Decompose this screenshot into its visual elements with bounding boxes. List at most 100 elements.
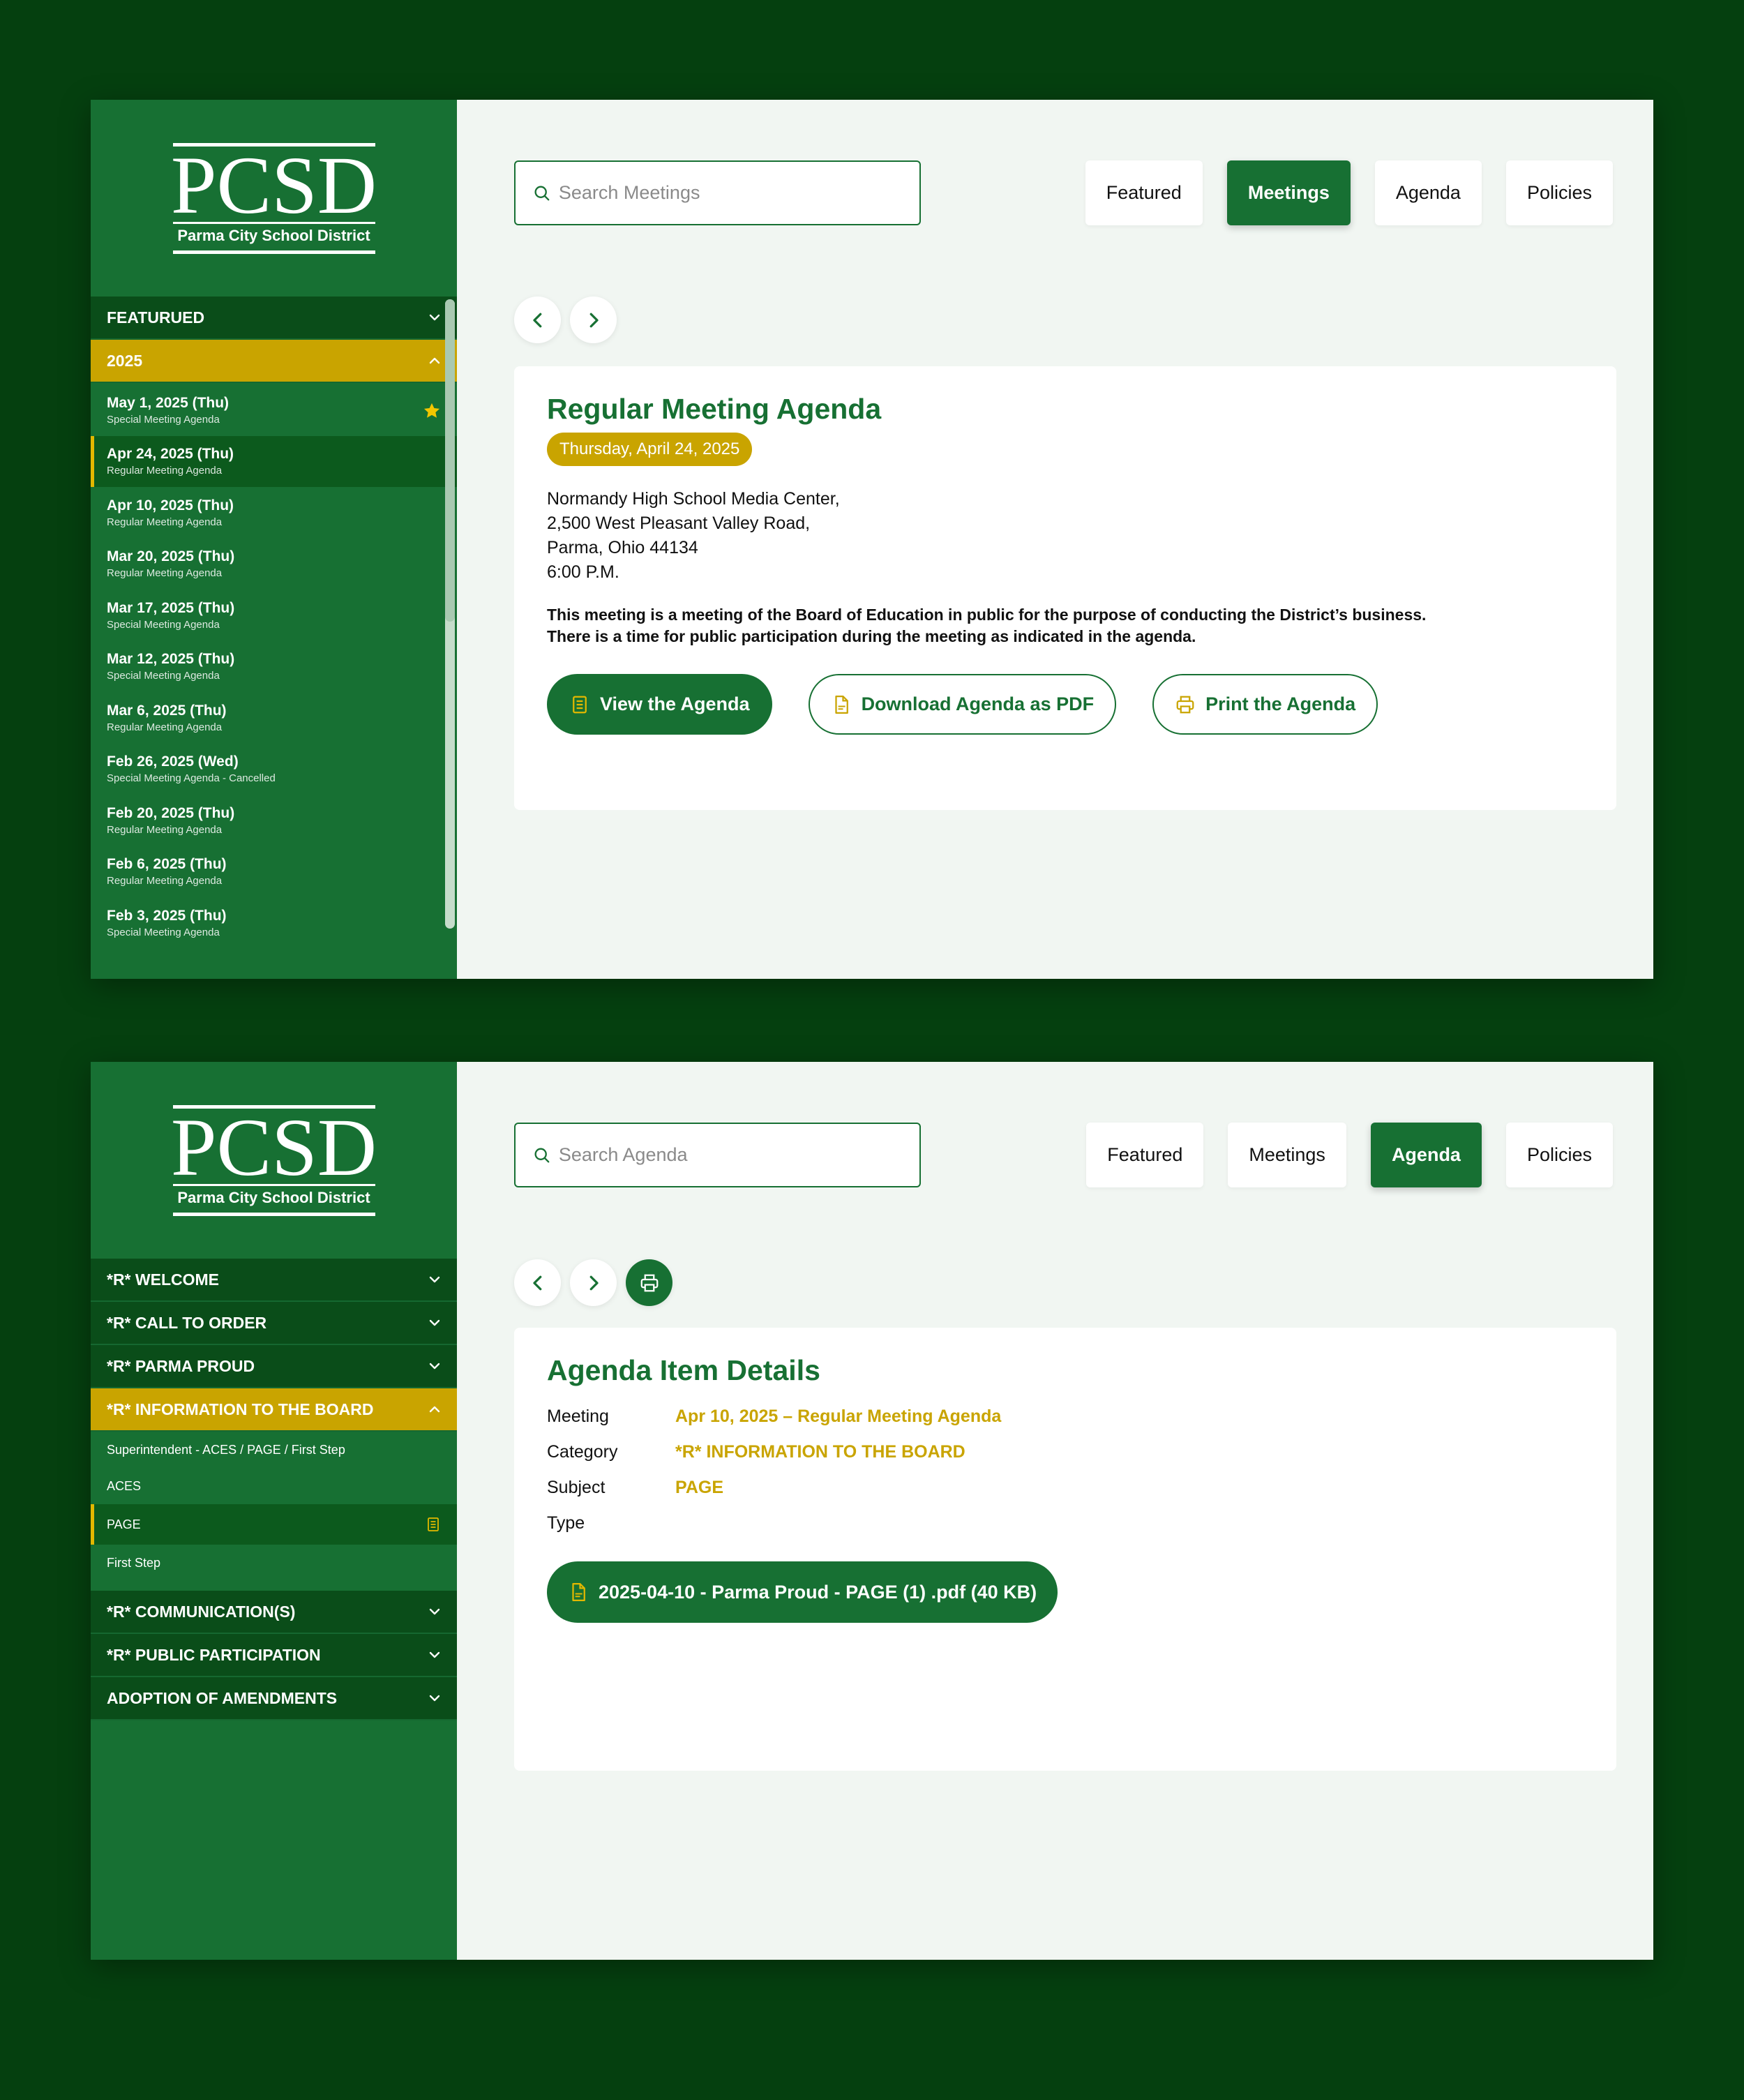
chevron-up-icon [428,1402,442,1416]
district-logo[interactable]: PCSD Parma City School District [91,100,457,297]
meeting-type: Special Meeting Agenda - Cancelled [107,772,276,785]
print-button[interactable] [626,1259,672,1306]
agenda-sub-item-selected[interactable]: PAGE [91,1504,457,1545]
meeting-list-item-selected[interactable]: Apr 24, 2025 (Thu) Regular Meeting Agend… [91,435,457,487]
agenda-sub-item[interactable]: First Step [91,1545,457,1581]
main-content: Featured Meetings Agenda Policies Regula… [457,100,1653,979]
print-agenda-button[interactable]: Print the Agenda [1152,674,1378,735]
agenda-section-header[interactable]: *R* PUBLIC PARTICIPATION [91,1634,457,1677]
meeting-date: Apr 10, 2025 (Thu) [107,497,234,513]
top-tabs: Featured Meetings Agenda Policies [1085,160,1613,225]
meeting-date: Feb 26, 2025 (Wed) [107,753,239,770]
district-logo[interactable]: PCSD Parma City School District [91,1062,457,1259]
featured-section-header[interactable]: FEATURUED [91,297,457,340]
agenda-sub-item-label: Superintendent - ACES / PAGE / First Ste… [107,1442,345,1457]
meeting-list-item[interactable]: Mar 20, 2025 (Thu) Regular Meeting Agend… [91,539,457,590]
meeting-list-item[interactable]: Mar 17, 2025 (Thu) Special Meeting Agend… [91,590,457,641]
search-box[interactable] [514,160,921,225]
meeting-address: Normandy High School Media Center, 2,500… [547,487,1584,585]
meeting-date: May 1, 2025 (Thu) [107,394,230,411]
chevron-down-icon [428,1605,442,1619]
view-agenda-button[interactable]: View the Agenda [547,674,772,735]
agenda-section-header[interactable]: *R* WELCOME [91,1259,457,1302]
chevron-down-icon [428,1648,442,1662]
tab-policies[interactable]: Policies [1505,160,1613,225]
category-value[interactable]: *R* INFORMATION TO THE BOARD [675,1442,1584,1462]
meeting-list-item[interactable]: Feb 6, 2025 (Thu) Regular Meeting Agenda [91,846,457,898]
meeting-date: Mar 6, 2025 (Thu) [107,702,227,719]
agenda-section-header-open[interactable]: *R* INFORMATION TO THE BOARD [91,1388,457,1432]
meeting-description: This meeting is a meeting of the Board o… [547,604,1584,647]
meeting-date: Apr 24, 2025 (Thu) [107,446,234,463]
meeting-list-item[interactable]: Mar 12, 2025 (Thu) Special Meeting Agend… [91,641,457,693]
document-icon [573,696,587,713]
year-section-label: 2025 [107,351,143,370]
meeting-type: Regular Meeting Agenda [107,875,223,887]
tab-agenda[interactable]: Agenda [1370,1123,1482,1187]
next-button[interactable] [570,297,617,343]
attachment-download-button[interactable]: 2025-04-10 - Parma Proud - PAGE (1) .pdf… [547,1561,1058,1623]
previous-button[interactable] [514,1259,561,1306]
chevron-up-icon [428,354,442,368]
type-label: Type [547,1513,585,1533]
meeting-type: Special Meeting Agenda [107,618,220,631]
meeting-date-badge: Thursday, April 24, 2025 [547,433,753,466]
chevron-down-icon [428,1316,442,1330]
category-label: Category [547,1442,618,1462]
agenda-sub-item[interactable]: Superintendent - ACES / PAGE / First Ste… [91,1432,457,1468]
meeting-list-item[interactable]: Feb 26, 2025 (Wed) Special Meeting Agend… [91,744,457,795]
meeting-type: Regular Meeting Agenda [107,516,223,528]
address-line: Parma, Ohio 44134 [547,538,698,557]
type-value [675,1513,1584,1533]
tab-meetings[interactable]: Meetings [1228,1123,1346,1187]
logo-subtitle: Parma City School District [172,1183,375,1207]
logo-subtitle: Parma City School District [172,221,375,245]
tab-meetings[interactable]: Meetings [1226,160,1351,225]
agenda-section-label: *R* PUBLIC PARTICIPATION [107,1645,321,1664]
agenda-section-header[interactable]: ADOPTION OF AMENDMENTS [91,1677,457,1720]
previous-button[interactable] [514,297,561,343]
search-input[interactable] [558,1144,903,1166]
agenda-item-title: Agenda Item Details [547,1354,820,1386]
meeting-list-item[interactable]: Feb 3, 2025 (Thu) Special Meeting Agenda [91,897,457,949]
main-content: Featured Meetings Agenda Policies Agenda… [457,1062,1653,1960]
agenda-section-header[interactable]: *R* COMMUNICATION(S) [91,1591,457,1634]
search-box[interactable] [514,1123,921,1187]
next-button[interactable] [570,1259,617,1306]
chevron-right-icon [589,1275,599,1290]
year-section-header[interactable]: 2025 [91,340,457,383]
meeting-value-link[interactable]: Apr 10, 2025 – Regular Meeting Agenda [675,1407,1584,1427]
tab-featured[interactable]: Featured [1085,160,1203,225]
view-agenda-label: View the Agenda [600,693,750,714]
agenda-section-header[interactable]: *R* CALL TO ORDER [91,1302,457,1345]
search-input[interactable] [558,182,903,204]
agenda-section-header[interactable]: *R* PARMA PROUD [91,1345,457,1388]
meeting-list-item[interactable]: Apr 10, 2025 (Thu) Regular Meeting Agend… [91,487,457,539]
meeting-card: Regular Meeting Agenda Thursday, April 2… [514,366,1616,810]
logo-mark: PCSD [170,1101,377,1193]
subject-value: PAGE [675,1478,723,1497]
address-line: Normandy High School Media Center, [547,489,840,509]
meeting-list-item[interactable]: Feb 20, 2025 (Thu) Regular Meeting Agend… [91,795,457,846]
download-pdf-button[interactable]: Download Agenda as PDF [808,674,1117,735]
tab-policies[interactable]: Policies [1505,1123,1613,1187]
agenda-sub-item-label: First Step [107,1555,161,1570]
meeting-list-item[interactable]: Mar 6, 2025 (Thu) Regular Meeting Agenda [91,692,457,744]
chevron-left-icon [532,313,541,327]
agenda-item-details: Meeting Apr 10, 2025 – Regular Meeting A… [547,1407,1584,1533]
agenda-item-card: Agenda Item Details Meeting Apr 10, 2025… [514,1328,1616,1771]
tab-featured[interactable]: Featured [1086,1123,1204,1187]
meeting-list-item[interactable]: May 1, 2025 (Thu) Special Meeting Agenda [91,384,457,436]
meetings-screen: PCSD Parma City School District FEATURUE… [91,100,1653,979]
sidebar: PCSD Parma City School District *R* WELC… [91,1062,457,1960]
scrollbar-thumb[interactable] [445,299,455,622]
star-icon[interactable] [422,401,442,421]
meeting-time: 6:00 P.M. [547,562,619,582]
sidebar-scrollbar[interactable] [442,297,457,931]
agenda-section-label: ADOPTION OF AMENDMENTS [107,1688,338,1707]
tab-agenda[interactable]: Agenda [1374,160,1482,225]
agenda-sub-item[interactable]: ACES [91,1468,457,1504]
meeting-type: Regular Meeting Agenda [107,567,223,580]
agenda-section-label: *R* CALL TO ORDER [107,1313,267,1332]
agenda-screen: PCSD Parma City School District *R* WELC… [91,1062,1653,1960]
